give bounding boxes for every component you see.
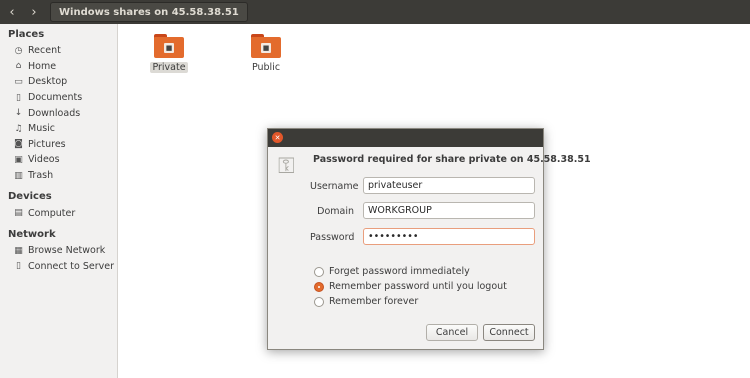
radio-label: Forget password immediately <box>329 266 470 277</box>
folder-label: Public <box>251 62 281 73</box>
header-bar: ‹ › Windows shares on 45.58.38.51 <box>0 0 750 24</box>
radio-label: Remember forever <box>329 296 419 307</box>
sidebar-item-label: Downloads <box>28 107 81 119</box>
sidebar-item-connect-to-server[interactable]: ▯ Connect to Server <box>0 259 117 275</box>
dialog-titlebar: ✕ <box>268 129 543 147</box>
domain-label: Domain <box>317 206 354 217</box>
connect-button[interactable]: Connect <box>483 324 535 341</box>
folder-public[interactable]: ■ Public <box>241 26 291 73</box>
sidebar-item-computer[interactable]: ▤ Computer <box>0 205 117 221</box>
sidebar: Places ◷ Recent ⌂ Home ▭ Desktop ▯ Documents… <box>0 24 118 378</box>
drive-icon: ▤ <box>14 208 23 219</box>
shared-folder-icon: ■ <box>251 34 281 58</box>
radio-button[interactable] <box>314 296 324 307</box>
sidebar-item-label: Music <box>28 123 56 135</box>
music-icon: ♫ <box>14 123 23 134</box>
download-icon: ↓ <box>14 108 23 119</box>
sidebar-item-recent[interactable]: ◷ Recent <box>0 43 117 59</box>
folder-label: Private <box>150 62 188 73</box>
radio-button[interactable] <box>314 266 324 277</box>
film-icon: ▣ <box>14 154 23 165</box>
keys-icon: ⚿ <box>278 154 295 179</box>
sidebar-item-label: Browse Network <box>28 245 106 257</box>
sidebar-item-label: Videos <box>28 154 60 166</box>
sidebar-item-documents[interactable]: ▯ Documents <box>0 90 117 106</box>
sidebar-item-pictures[interactable]: ◙ Pictures <box>0 137 117 153</box>
sidebar-item-label: Recent <box>28 45 61 57</box>
shared-folder-icon: ■ <box>154 34 184 58</box>
chevron-right-icon: › <box>31 4 37 20</box>
sidebar-item-home[interactable]: ⌂ Home <box>0 59 117 75</box>
password-dialog: ✕ ⚿ Password required for share private … <box>267 128 591 350</box>
sidebar-item-desktop[interactable]: ▭ Desktop <box>0 74 117 90</box>
chevron-left-icon: ‹ <box>9 4 15 20</box>
sidebar-item-browse-network[interactable]: ▦ Browse Network <box>0 243 117 259</box>
radio-label: Remember password until you logout <box>329 281 507 292</box>
sidebar-section-network: Network <box>8 228 56 240</box>
sidebar-item-trash[interactable]: ▥ Trash <box>0 168 117 184</box>
radio-remember-forever[interactable]: Remember forever <box>314 296 418 307</box>
home-icon: ⌂ <box>15 61 22 72</box>
close-button[interactable]: ✕ <box>272 132 283 143</box>
forward-button[interactable]: › <box>24 2 44 22</box>
sidebar-item-videos[interactable]: ▣ Videos <box>0 152 117 168</box>
back-button[interactable]: ‹ <box>2 2 22 22</box>
trash-icon: ▥ <box>14 170 23 181</box>
server-icon: ▯ <box>16 261 21 272</box>
username-field[interactable] <box>363 177 535 194</box>
sidebar-item-label: Pictures <box>28 138 66 150</box>
sidebar-item-label: Trash <box>28 170 54 182</box>
sidebar-item-downloads[interactable]: ↓ Downloads <box>0 105 117 121</box>
dialog-heading: Password required for share private on 4… <box>313 154 591 165</box>
close-icon: ✕ <box>274 133 281 142</box>
document-icon: ▯ <box>16 92 21 103</box>
sidebar-item-label: Home <box>28 60 57 72</box>
radio-button[interactable] <box>314 281 324 292</box>
username-label: Username <box>310 181 359 192</box>
folder-private[interactable]: ■ Private <box>144 26 194 73</box>
sidebar-section-devices: Devices <box>8 191 52 203</box>
password-field[interactable] <box>363 228 535 245</box>
network-icon: ▦ <box>14 245 23 256</box>
radio-remember-until-logout[interactable]: Remember password until you logout <box>314 281 507 292</box>
folder-icon: ▭ <box>14 76 23 87</box>
sidebar-item-music[interactable]: ♫ Music <box>0 121 117 137</box>
password-label: Password <box>310 232 355 243</box>
sidebar-item-label: Computer <box>28 207 76 219</box>
clock-icon: ◷ <box>14 45 23 56</box>
path-bar-button[interactable]: Windows shares on 45.58.38.51 <box>50 2 248 22</box>
camera-icon: ◙ <box>14 139 23 150</box>
domain-field[interactable] <box>363 202 535 219</box>
cancel-button[interactable]: Cancel <box>426 324 478 341</box>
sidebar-item-label: Connect to Server <box>28 260 115 272</box>
sidebar-section-places: Places <box>8 29 45 40</box>
sidebar-item-label: Desktop <box>28 76 68 88</box>
sidebar-item-label: Documents <box>28 92 83 104</box>
radio-forget-immediately[interactable]: Forget password immediately <box>314 266 470 277</box>
